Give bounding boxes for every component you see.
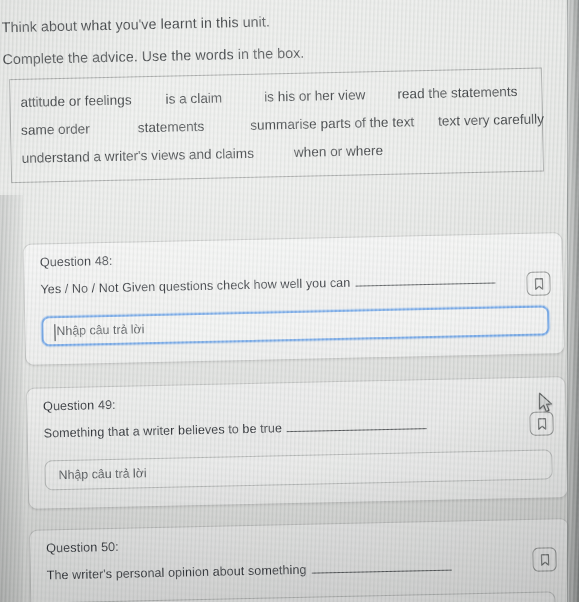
- word-chip: text very carefully: [438, 110, 545, 129]
- answer-blank: [355, 281, 496, 287]
- word-bank-box: attitude or feelings is a claim is his o…: [8, 67, 545, 184]
- device-bezel: [567, 0, 579, 602]
- device-screen: Think about what you've learnt in this u…: [0, 0, 579, 602]
- question-prompt: Yes / No / Not Given questions check how…: [40, 273, 496, 297]
- mouse-pointer-icon: [538, 392, 553, 412]
- bookmark-icon: [537, 417, 546, 430]
- answer-placeholder: Nhập câu trả lời: [56, 322, 145, 339]
- question-prompt-text: Yes / No / Not Given questions check how…: [40, 275, 351, 297]
- bookmark-button-48[interactable]: [526, 271, 551, 296]
- question-card-48: Question 48: Yes / No / Not Given questi…: [22, 232, 566, 366]
- bookmark-icon: [540, 553, 549, 566]
- answer-input-49[interactable]: Nhập câu trả lời: [44, 449, 553, 491]
- question-label: Question 49:: [42, 397, 116, 414]
- screen-photo: Think about what you've learnt in this u…: [0, 0, 579, 602]
- question-card-50: Question 50: The writer's personal opini…: [28, 518, 572, 602]
- answer-input-48[interactable]: Nhập câu trả lời: [41, 305, 550, 347]
- bookmark-button-50[interactable]: [532, 547, 557, 572]
- word-chip: is his or her view: [263, 86, 366, 105]
- word-chip: is a claim: [165, 89, 223, 107]
- word-chip: same order: [20, 120, 90, 138]
- instruction-line-2: Complete the advice. Use the words in th…: [2, 45, 305, 69]
- word-chip: statements: [137, 118, 205, 135]
- question-prompt: The writer's personal opinion about some…: [46, 560, 452, 583]
- word-chip: summarise parts of the text: [250, 113, 415, 133]
- answer-input-50[interactable]: Nhập câu trả lời: [47, 591, 556, 602]
- question-prompt: Something that a writer believes to be t…: [44, 418, 428, 440]
- question-card-49: Question 49: Something that a writer bel…: [25, 376, 569, 510]
- instruction-line-1: Think about what you've learnt in this u…: [1, 14, 271, 37]
- app-content: Think about what you've learnt in this u…: [0, 0, 579, 602]
- bookmark-button-49[interactable]: [529, 411, 554, 436]
- answer-placeholder: Nhập câu trả lời: [58, 466, 147, 483]
- bookmark-icon: [534, 277, 543, 290]
- word-chip: read the statements: [397, 83, 518, 102]
- question-label: Question 48:: [39, 253, 113, 270]
- word-chip: when or where: [293, 142, 384, 160]
- question-prompt-text: The writer's personal opinion about some…: [46, 562, 307, 583]
- answer-blank: [287, 427, 428, 433]
- word-chip: attitude or feelings: [20, 91, 132, 110]
- answer-blank: [311, 568, 452, 574]
- question-label: Question 50:: [46, 539, 119, 556]
- word-chip: understand a writer's views and claims: [21, 145, 255, 166]
- question-prompt-text: Something that a writer believes to be t…: [43, 421, 283, 441]
- left-gutter: [0, 195, 23, 602]
